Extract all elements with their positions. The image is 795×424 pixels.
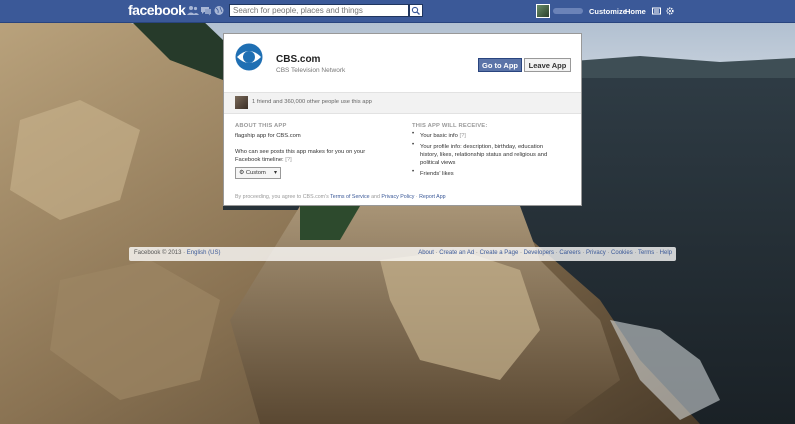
leave-app-button[interactable]: Leave App — [524, 58, 571, 72]
messages-icon[interactable] — [200, 5, 212, 16]
footer-copyright: Facebook © 2013 · English (US) — [134, 250, 220, 256]
separator-dot: · — [634, 250, 637, 256]
separator-dot: · — [555, 250, 558, 256]
page-footer: Facebook © 2013 · English (US) About · C… — [129, 247, 676, 261]
social-context-bar: 1 friend and 360,000 other people use th… — [224, 92, 581, 114]
account-settings-icon[interactable] — [652, 7, 661, 15]
chevron-down-icon: ▾ — [273, 170, 277, 176]
footer-link-careers[interactable]: Careers — [559, 250, 580, 256]
social-context-text: 1 friend and 360,000 other people use th… — [252, 99, 372, 105]
footer-link-create-ad[interactable]: Create an Ad — [439, 250, 474, 256]
copyright-text: Facebook © 2013 · — [134, 250, 186, 256]
dialog-header: CBS.com CBS Television Network Go to App… — [224, 34, 581, 92]
bullet-icon: • — [412, 142, 415, 148]
permission-profile-info-line2: history, likes, relationship status and … — [420, 152, 548, 158]
gear-icon[interactable] — [666, 7, 674, 15]
footer-link-privacy[interactable]: Privacy — [586, 250, 606, 256]
consent-and: and — [371, 194, 380, 200]
permission-profile-info-line1: Your profile info: description, birthday… — [420, 144, 544, 150]
privacy-selector-value: Custom — [245, 170, 266, 176]
privacy-policy-link[interactable]: Privacy Policy — [381, 194, 414, 200]
search-button[interactable] — [409, 4, 423, 17]
footer-link-cookies[interactable]: Cookies — [611, 250, 633, 256]
home-link[interactable]: Home — [625, 7, 646, 16]
profile-name-redacted[interactable] — [553, 8, 583, 14]
permission-profile-info-line3: political views — [420, 160, 456, 166]
privacy-selector[interactable]: ⚙ Custom ▾ — [235, 167, 281, 179]
footer-link-terms[interactable]: Terms — [638, 250, 654, 256]
cbs-eye-logo — [235, 43, 263, 71]
footer-link-create-page[interactable]: Create a Page — [480, 250, 519, 256]
consent-prefix: By proceeding, you agree to CBS.com's — [235, 194, 329, 200]
about-section-title: ABOUT THIS APP — [235, 123, 287, 129]
footer-link-developers[interactable]: Developers — [524, 250, 554, 256]
app-name[interactable]: CBS.com — [276, 54, 320, 65]
gear-icon: ⚙ — [239, 170, 245, 176]
friends-icon[interactable] — [187, 5, 199, 16]
report-app-link[interactable]: Report App — [419, 194, 446, 200]
search-input[interactable]: Search for people, places and things — [229, 4, 409, 17]
app-organization: CBS Television Network — [276, 67, 346, 74]
consent-text: By proceeding, you agree to CBS.com's Te… — [235, 194, 446, 200]
help-link[interactable]: [?] — [459, 133, 465, 139]
bullet-icon: • — [412, 131, 415, 137]
app-description: flagship app for CBS.com — [235, 133, 301, 139]
bullet-icon: • — [412, 169, 415, 175]
visibility-question-line1: Who can see posts this app makes for you… — [235, 149, 366, 155]
profile-avatar[interactable] — [536, 4, 550, 18]
globe-icon[interactable] — [213, 5, 225, 16]
permission-friends-likes: Friends' likes — [420, 171, 454, 177]
separator-dot: · — [655, 250, 658, 256]
footer-links: About · Create an Ad · Create a Page · D… — [418, 250, 672, 256]
footer-link-help[interactable]: Help — [660, 250, 672, 256]
language-link[interactable]: English (US) — [187, 250, 221, 256]
app-permission-dialog: CBS.com CBS Television Network Go to App… — [223, 33, 582, 206]
friend-avatar[interactable] — [235, 96, 248, 109]
separator-dot: · — [519, 250, 522, 256]
go-to-app-button[interactable]: Go to App — [478, 58, 522, 72]
separator-dot: · — [582, 250, 585, 256]
separator-dot: · — [607, 250, 610, 256]
permission-item: Your basic info [?] — [420, 132, 466, 140]
separator-dot: · — [435, 250, 438, 256]
search-icon — [411, 6, 420, 15]
visibility-question-line2: Facebook timeline: [?] — [235, 156, 292, 164]
facebook-logo[interactable]: facebook — [128, 2, 186, 18]
help-link[interactable]: [?] — [285, 157, 291, 163]
separator-dot: · — [475, 250, 478, 256]
visibility-question-text: Facebook timeline: — [235, 157, 284, 163]
footer-link-about[interactable]: About — [418, 250, 434, 256]
terms-of-service-link[interactable]: Terms of Service — [330, 194, 369, 200]
top-navigation-bar: facebook Search for people, places and t… — [0, 0, 795, 23]
permissions-section-title: THIS APP WILL RECEIVE: — [412, 123, 488, 129]
customize-link[interactable]: Customize — [589, 7, 627, 16]
permission-basic-info: Your basic info — [420, 133, 458, 139]
